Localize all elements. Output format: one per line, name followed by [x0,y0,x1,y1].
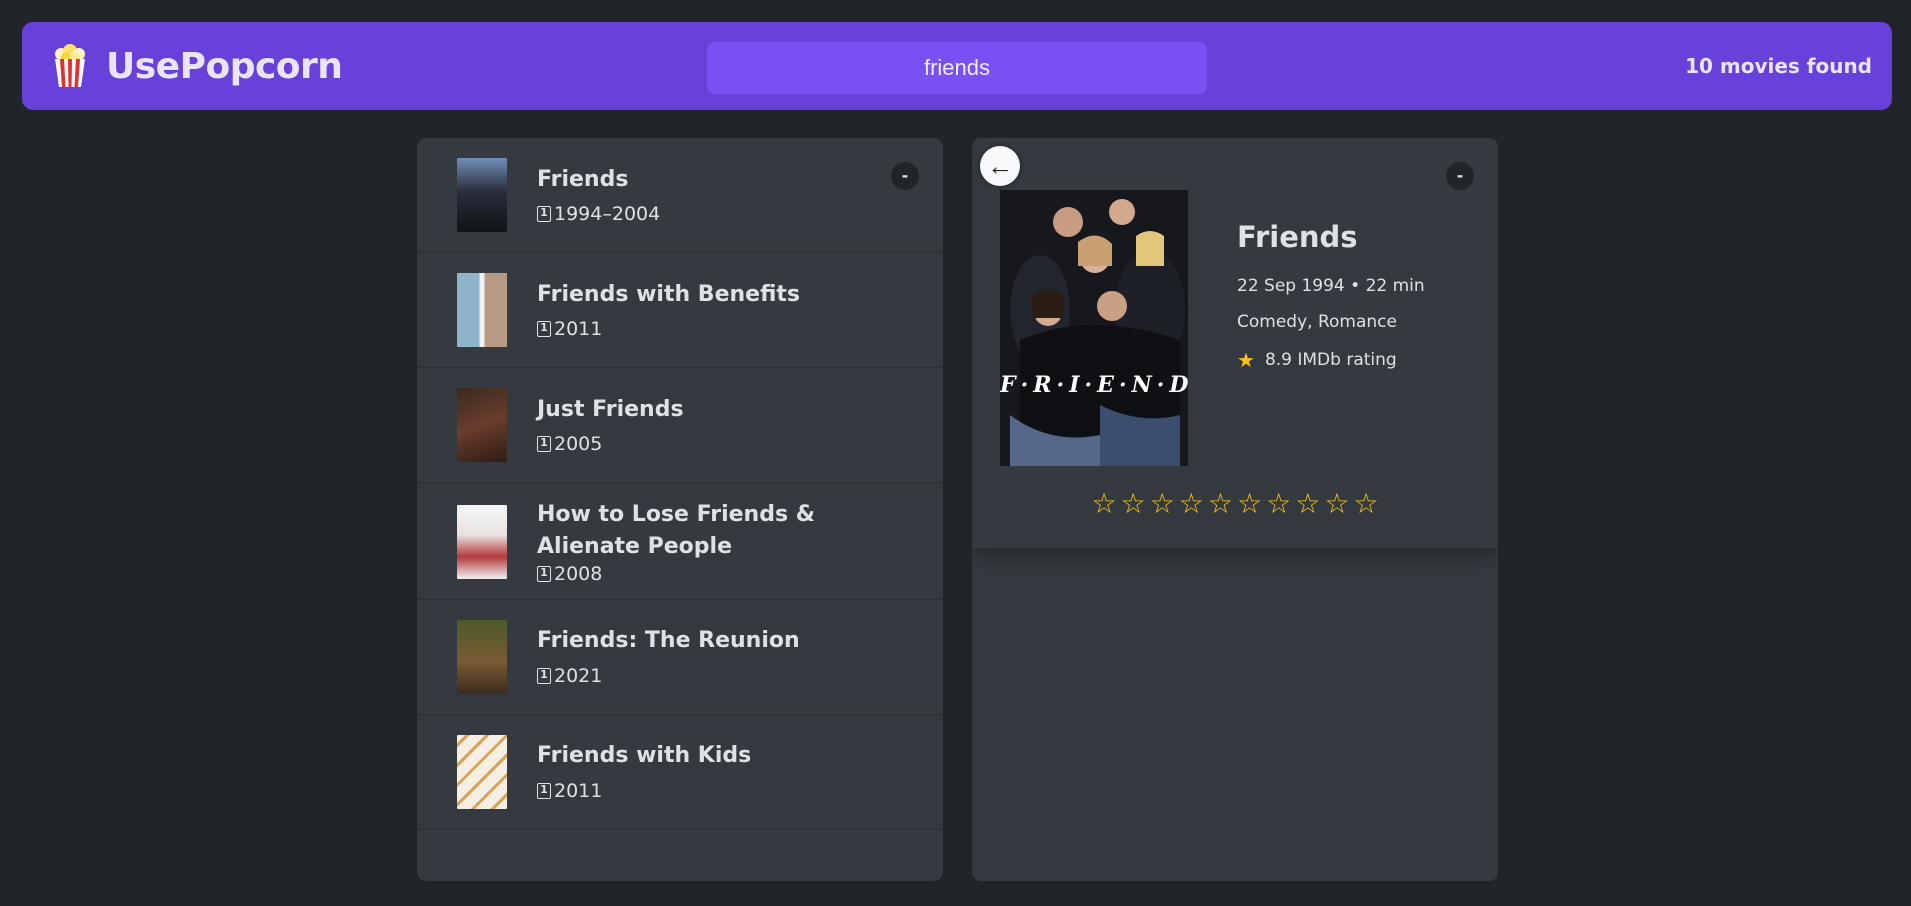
star-icon: ★ [1237,348,1255,372]
calendar-icon: 1 [537,206,551,223]
calendar-icon: 1 [537,668,551,685]
rating-star-icon[interactable]: ☆ [1295,490,1320,518]
rating-star-icon[interactable]: ☆ [1266,490,1291,518]
movie-title: Friends with Benefits [537,281,800,307]
movie-year-row: 1 2011 [537,780,751,802]
movie-year-row: 1 2011 [537,318,800,340]
movie-title: Friends with Kids [537,743,752,769]
movie-year-row: 1 1994–2004 [537,203,660,225]
movie-year-row: 1 2021 [537,665,800,687]
movie-year: 2005 [554,433,603,456]
movie-poster [457,619,507,694]
toggle-details-button[interactable]: - [1446,162,1474,190]
rating-star-icon[interactable]: ☆ [1121,490,1146,518]
movie-details-box: - ← F·R·I·E·N·D·S [972,138,1498,881]
rating-star-icon[interactable]: ☆ [1208,490,1233,518]
movie-year: 2021 [554,665,603,688]
movie-year: 2008 [554,562,603,585]
calendar-icon: 1 [537,321,551,338]
detail-title: Friends [1237,220,1358,254]
details-card: F·R·I·E·N·D·S Friends 22 Sep 1994 • 22 m… [972,138,1498,548]
detail-overview: Friends 22 Sep 1994 • 22 min Comedy, Rom… [1237,220,1477,372]
movie-list: Friends 1 1994–2004 Friends with Benefit… [417,138,943,830]
rating-star-icon[interactable]: ☆ [1237,490,1262,518]
movie-poster [457,734,507,809]
calendar-icon: 1 [537,783,551,800]
movie-item-just-friends[interactable]: Just Friends 1 2005 [417,368,943,483]
back-button[interactable]: ← [980,146,1020,186]
movie-title: Friends: The Reunion [537,628,800,654]
movie-title: How to Lose Friends & Alienate People [537,502,815,559]
movie-year-row: 1 2008 [537,563,903,585]
movie-year: 1994–2004 [554,203,661,226]
genre: Comedy, Romance [1237,312,1397,332]
results-count: 10 movies found [1685,54,1872,78]
logo: UsePopcorn [52,44,572,88]
poster-title-text: F·R·I·E·N·D·S [1000,372,1188,398]
toggle-list-button[interactable]: - [891,162,919,190]
movie-poster [457,388,507,462]
movie-item-friends-the-reunion[interactable]: Friends: The Reunion 1 2021 [417,600,943,715]
rating-star-icon[interactable]: ☆ [1353,490,1378,518]
calendar-icon: 1 [537,436,551,453]
movie-poster [457,273,507,347]
imdb-rating: 8.9 IMDb rating [1264,350,1397,370]
movie-item-friends-with-benefits[interactable]: Friends with Benefits 1 2011 [417,253,943,368]
release-runtime: 22 Sep 1994 • 22 min [1237,276,1425,296]
rating-star-icon[interactable]: ☆ [1091,490,1116,518]
popcorn-icon [55,44,85,87]
rating-star-icon[interactable]: ☆ [1179,490,1204,518]
movie-item-friends[interactable]: Friends 1 1994–2004 [417,138,943,253]
movie-title: Friends [537,166,629,192]
star-rating: ☆ ☆ ☆ ☆ ☆ ☆ ☆ ☆ ☆ ☆ [972,490,1498,518]
detail-poster: F·R·I·E·N·D·S [1000,190,1188,466]
movie-item-how-to-lose-friends[interactable]: How to Lose Friends & Alienate People 1 … [417,483,943,600]
movie-poster [457,504,507,579]
movie-year-row: 1 2005 [537,433,684,455]
nav-bar: UsePopcorn 10 movies found [22,22,1892,110]
cast-photo [1000,190,1188,466]
rating-star-icon[interactable]: ☆ [1324,490,1349,518]
movie-poster [457,158,507,232]
movie-list-box: - Friends 1 1994–2004 Friends with Benef… [417,138,943,881]
movie-title: Just Friends [537,396,684,422]
movie-year: 2011 [554,780,603,803]
movie-item-friends-with-kids[interactable]: Friends with Kids 1 2011 [417,715,943,830]
calendar-icon: 1 [537,565,551,582]
app-name: UsePopcorn [106,45,343,87]
rating-star-icon[interactable]: ☆ [1150,490,1175,518]
search-input[interactable] [707,42,1207,94]
imdb-rating-row: ★ 8.9 IMDb rating [1237,348,1477,372]
movie-year: 2011 [554,318,603,341]
